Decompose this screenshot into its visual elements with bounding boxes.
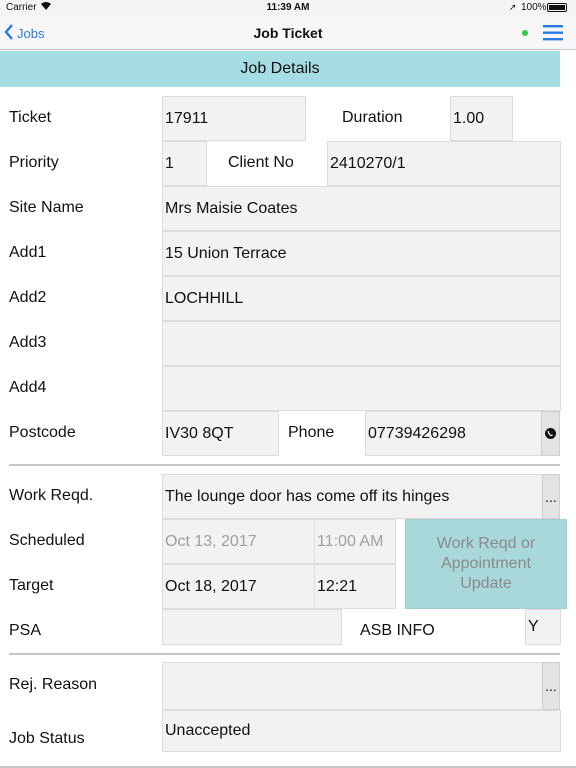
rej-reason-more-button[interactable]: ... bbox=[542, 662, 560, 710]
navigation-bar: Jobs Job Ticket bbox=[0, 16, 576, 50]
add4-field[interactable] bbox=[162, 366, 561, 411]
priority-label: Priority bbox=[9, 154, 59, 171]
site-name-label: Site Name bbox=[9, 199, 84, 216]
client-no-label: Client No bbox=[228, 154, 294, 171]
phone-label: Phone bbox=[288, 424, 335, 441]
duration-field[interactable]: 1.00 bbox=[450, 96, 513, 141]
postcode-field[interactable]: IV30 8QT bbox=[162, 411, 279, 456]
ticket-label: Ticket bbox=[9, 109, 52, 126]
work-reqd-more-button[interactable]: ... bbox=[542, 474, 560, 519]
scheduled-time-field[interactable]: 11:00 AM bbox=[314, 519, 396, 564]
location-icon: ➚ bbox=[509, 2, 517, 12]
divider bbox=[9, 653, 560, 655]
job-status-field[interactable]: Unaccepted bbox=[162, 710, 561, 752]
call-button[interactable] bbox=[541, 411, 560, 456]
target-label: Target bbox=[9, 577, 54, 594]
add1-label: Add1 bbox=[9, 244, 47, 261]
ticket-field[interactable]: 17911 bbox=[162, 96, 306, 141]
add4-label: Add4 bbox=[9, 379, 47, 396]
status-dot-icon bbox=[522, 30, 528, 36]
battery-icon bbox=[547, 3, 567, 12]
target-date-field[interactable]: Oct 18, 2017 bbox=[162, 564, 315, 609]
scheduled-date-field[interactable]: Oct 13, 2017 bbox=[162, 519, 315, 564]
asb-info-label: ASB INFO bbox=[360, 622, 435, 639]
hamburger-menu-icon[interactable] bbox=[543, 25, 563, 46]
add2-field[interactable]: LOCHHILL bbox=[162, 276, 561, 321]
work-reqd-label: Work Reqd. bbox=[9, 487, 94, 504]
add3-field[interactable] bbox=[162, 321, 561, 366]
section-header-job-details: Job Details bbox=[0, 51, 560, 87]
site-name-field[interactable]: Mrs Maisie Coates bbox=[162, 186, 561, 231]
divider bbox=[9, 464, 560, 466]
rej-reason-field[interactable] bbox=[162, 662, 543, 710]
phone-icon bbox=[545, 426, 556, 442]
add2-label: Add2 bbox=[9, 289, 47, 306]
psa-field[interactable] bbox=[162, 609, 342, 645]
add1-field[interactable]: 15 Union Terrace bbox=[162, 231, 561, 276]
client-no-field[interactable]: 2410270/1 bbox=[327, 141, 561, 186]
battery-percent: 100% bbox=[521, 2, 547, 13]
add3-label: Add3 bbox=[9, 334, 47, 351]
status-bar: Carrier 11:39 AM ➚ 100% bbox=[0, 0, 576, 16]
work-reqd-appointment-update-button[interactable]: Work Reqd or Appointment Update bbox=[405, 519, 567, 609]
work-reqd-field[interactable]: The lounge door has come off its hinges bbox=[162, 474, 543, 519]
priority-field[interactable]: 1 bbox=[162, 141, 207, 186]
phone-field[interactable]: 07739426298 bbox=[365, 411, 542, 456]
page-title: Job Ticket bbox=[253, 25, 323, 41]
job-status-label: Job Status bbox=[9, 730, 85, 747]
target-time-field[interactable]: 12:21 bbox=[314, 564, 396, 609]
rej-reason-label: Rej. Reason bbox=[9, 676, 98, 693]
asb-info-field[interactable]: Y bbox=[525, 609, 561, 645]
psa-label: PSA bbox=[9, 622, 42, 639]
postcode-label: Postcode bbox=[9, 424, 76, 441]
scheduled-label: Scheduled bbox=[9, 532, 85, 549]
duration-label: Duration bbox=[342, 109, 403, 126]
clock: 11:39 AM bbox=[266, 2, 310, 13]
